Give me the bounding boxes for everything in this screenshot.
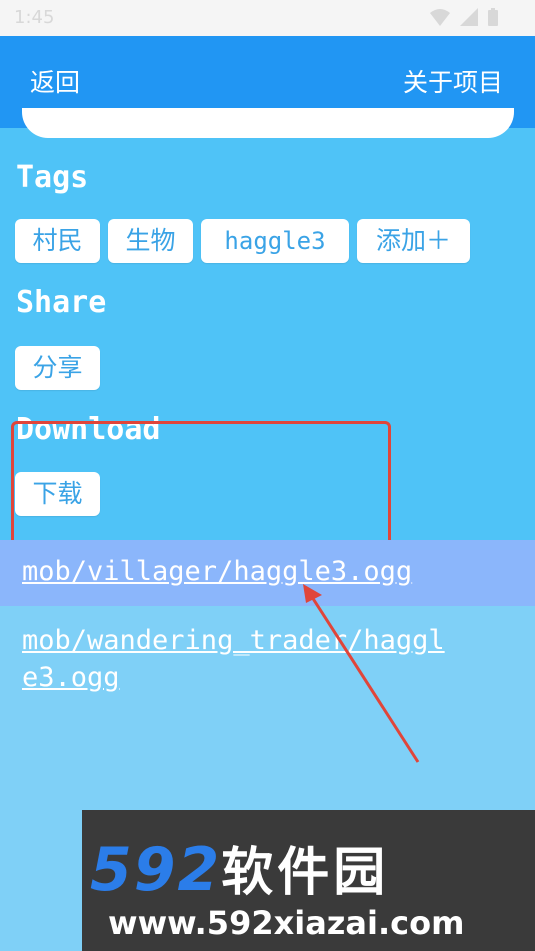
add-tag-button[interactable]: 添加＋ xyxy=(357,219,470,263)
status-icons xyxy=(429,7,499,27)
back-button[interactable]: 返回 xyxy=(30,63,80,99)
about-project-button[interactable]: 关于项目 xyxy=(403,63,503,99)
status-bar: 1:45 xyxy=(0,0,535,36)
tag-chip-villager[interactable]: 村民 xyxy=(15,219,100,263)
watermark-brand: 592软件园 xyxy=(90,830,389,905)
file-path-line2: e3.ogg xyxy=(22,662,120,693)
search-bar-edge[interactable] xyxy=(22,108,514,138)
tags-title: Tags xyxy=(16,160,89,195)
tag-chip-creature[interactable]: 生物 xyxy=(108,219,193,263)
file-row-wandering-trader[interactable]: mob/wandering_trader/haggl e3.ogg xyxy=(0,606,535,696)
watermark-text: 软件园 xyxy=(221,843,390,903)
signal-icon xyxy=(459,7,479,27)
share-title: Share xyxy=(16,285,107,320)
watermark-number: 592 xyxy=(90,835,222,905)
tag-chip-haggle3[interactable]: haggle3 xyxy=(201,219,349,263)
file-path-line1: mob/wandering_trader/haggl xyxy=(22,625,445,656)
status-time: 1:45 xyxy=(14,7,55,28)
watermark-url: www.592xiazai.com xyxy=(108,904,465,942)
battery-icon xyxy=(487,7,499,27)
file-row-villager[interactable]: mob/villager/haggle3.ogg xyxy=(0,540,535,606)
highlight-annotation-box xyxy=(11,421,391,548)
file-path: mob/villager/haggle3.ogg xyxy=(22,556,413,587)
watermark-logo: 592软件园 www.592xiazai.com xyxy=(82,810,535,951)
wifi-icon xyxy=(429,7,451,27)
share-button[interactable]: 分享 xyxy=(15,346,100,390)
